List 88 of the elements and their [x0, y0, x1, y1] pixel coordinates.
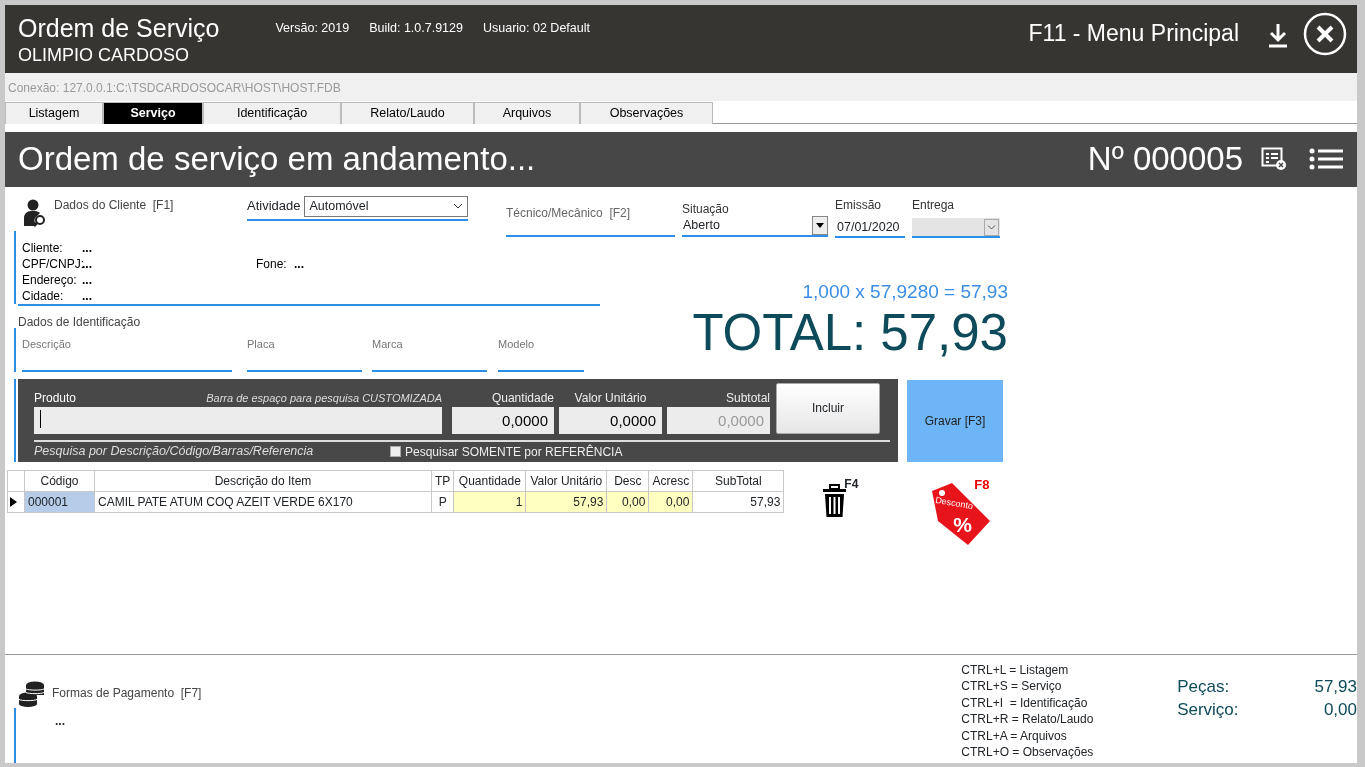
main-menu-link[interactable]: F11 - Menu Principal: [1028, 16, 1239, 46]
field-value: ...: [82, 255, 92, 272]
field-label: CPF/CNPJ:: [22, 255, 82, 272]
checkbox[interactable]: [390, 446, 401, 458]
activity-field[interactable]: Atividade Automóvel: [247, 195, 468, 221]
column-header: Acresc: [648, 470, 693, 492]
situation-select[interactable]: Aberto: [682, 215, 828, 237]
text-field[interactable]: Modelo: [498, 327, 584, 372]
field-value: ...: [82, 287, 92, 304]
status-title: Ordem de serviço em andamento...: [18, 139, 536, 180]
tab[interactable]: Listagem: [5, 101, 103, 124]
list-cancel-icon[interactable]: [1261, 147, 1287, 172]
connection-info: Conexão: 127.0.0.1:C:\TSDCARDOSOCAR\HOST\HOST.FDB: [5, 72, 1357, 101]
payment-section-title[interactable]: Formas de Pagamento [F7]: [52, 684, 202, 703]
total-value: 0,00: [1323, 699, 1357, 721]
field-label: Valor Unitário: [573, 389, 648, 407]
chevron-down-icon: [453, 203, 463, 210]
table-cell: 57,93: [692, 491, 784, 513]
column-header: Desc: [606, 470, 649, 492]
column-header: Descrição do Item: [94, 470, 432, 492]
shortcut-text: CTRL+L = Listagem: [961, 662, 1070, 679]
client-search-icon[interactable]: [22, 198, 46, 227]
field-label: Entrega: [912, 196, 956, 214]
header-info: Versão: 2019: [275, 20, 350, 37]
table-cell: P: [431, 491, 454, 513]
field-value: ...: [82, 239, 92, 256]
total-label: Serviço:: [1177, 699, 1239, 721]
text-field[interactable]: Placa: [247, 327, 362, 372]
field-label: Produto: [34, 389, 77, 407]
shortcut-text: CTRL+O = Observações: [961, 744, 1095, 761]
product-field[interactable]: [34, 406, 442, 434]
checkbox-label: Pesquisar SOMENTE por REFERÊNCIA: [405, 443, 623, 461]
shortcut-text: CTRL+S = Serviço: [961, 678, 1063, 695]
field-label: Quantidade: [490, 389, 554, 407]
add-button[interactable]: Incluir: [776, 382, 880, 434]
field-label: Endereço:: [22, 271, 78, 288]
company-name: OLIMPIO CARDOSO: [18, 44, 191, 67]
table-cell: CAMIL PATE ATUM COQ AZEIT VERDE 6X170: [94, 491, 432, 513]
field-label: Cliente:: [22, 239, 64, 256]
close-icon[interactable]: [1303, 12, 1347, 56]
text-field[interactable]: Marca: [372, 327, 487, 372]
total-amount: TOTAL: 57,93: [692, 304, 1008, 361]
column-header: Valor Unitário: [525, 470, 607, 492]
download-icon[interactable]: [1267, 22, 1289, 48]
tab[interactable]: Identificação: [203, 101, 341, 124]
column-header: SubTotal: [692, 470, 784, 492]
total-value: 57,93: [1314, 676, 1357, 698]
order-number: Nº 000005: [1087, 139, 1243, 180]
number-field[interactable]: 0,0000: [559, 406, 662, 434]
date-field[interactable]: 07/01/2020: [835, 217, 905, 238]
shortcut-text: CTRL+R = Relato/Laudo: [961, 711, 1095, 728]
field-label: Subtotal: [724, 389, 770, 407]
column-header: Código: [24, 470, 95, 492]
total-label: Peças:: [1177, 676, 1230, 698]
field-label: Cidade:: [22, 287, 65, 304]
tab[interactable]: Arquivos: [474, 101, 580, 124]
dropdown-arrow-icon: [816, 222, 824, 228]
header-info: Build: 1.0.7.9129: [369, 20, 463, 37]
shortcut-text: CTRL+I = Identificação: [961, 695, 1089, 712]
field-value: ...: [82, 271, 92, 288]
identification-title: Dados de Identificação: [18, 313, 142, 328]
technician-field[interactable]: Técnico/Mecânico [F2]: [506, 195, 675, 237]
field-label: Atividade: [247, 197, 301, 216]
tab[interactable]: Observações: [580, 101, 713, 124]
coins-icon[interactable]: [18, 680, 45, 707]
discount-tag[interactable]: Desconto % F8: [928, 474, 999, 550]
save-button[interactable]: Gravar [F3]: [907, 379, 1003, 462]
chevron-down-icon: [987, 224, 996, 230]
search-hint: Pesquisa por Descrição/Código/Barras/Referencia: [34, 443, 315, 461]
column-header: TP: [431, 470, 454, 492]
window-title: Ordem de Serviço: [18, 13, 220, 43]
list-icon[interactable]: [1309, 148, 1343, 171]
shortcut-label: F4: [844, 476, 859, 491]
field-label: Emissão: [835, 196, 882, 214]
number-field[interactable]: 0,0000: [452, 406, 554, 434]
field-label: Fone:: [256, 255, 288, 272]
client-section-title[interactable]: Dados do Cliente [F1]: [54, 195, 174, 214]
header-info: Usuario: 02 Default: [482, 20, 590, 37]
shortcut-text: CTRL+A = Arquivos: [961, 728, 1068, 745]
activity-select[interactable]: Automóvel: [304, 195, 468, 217]
tab[interactable]: Serviço: [103, 101, 203, 124]
tab[interactable]: Relato/Laudo: [341, 101, 474, 124]
hint-text: Barra de espaço para pesquisa CUSTOMIZADA: [206, 391, 442, 407]
column-header: Quantidade: [453, 470, 526, 492]
field-label: Situação: [682, 200, 730, 216]
payment-value: ...: [55, 714, 65, 728]
calculation-text: 1,000 x 57,9280 = 57,93: [802, 280, 1008, 303]
field-value: ...: [294, 255, 304, 272]
